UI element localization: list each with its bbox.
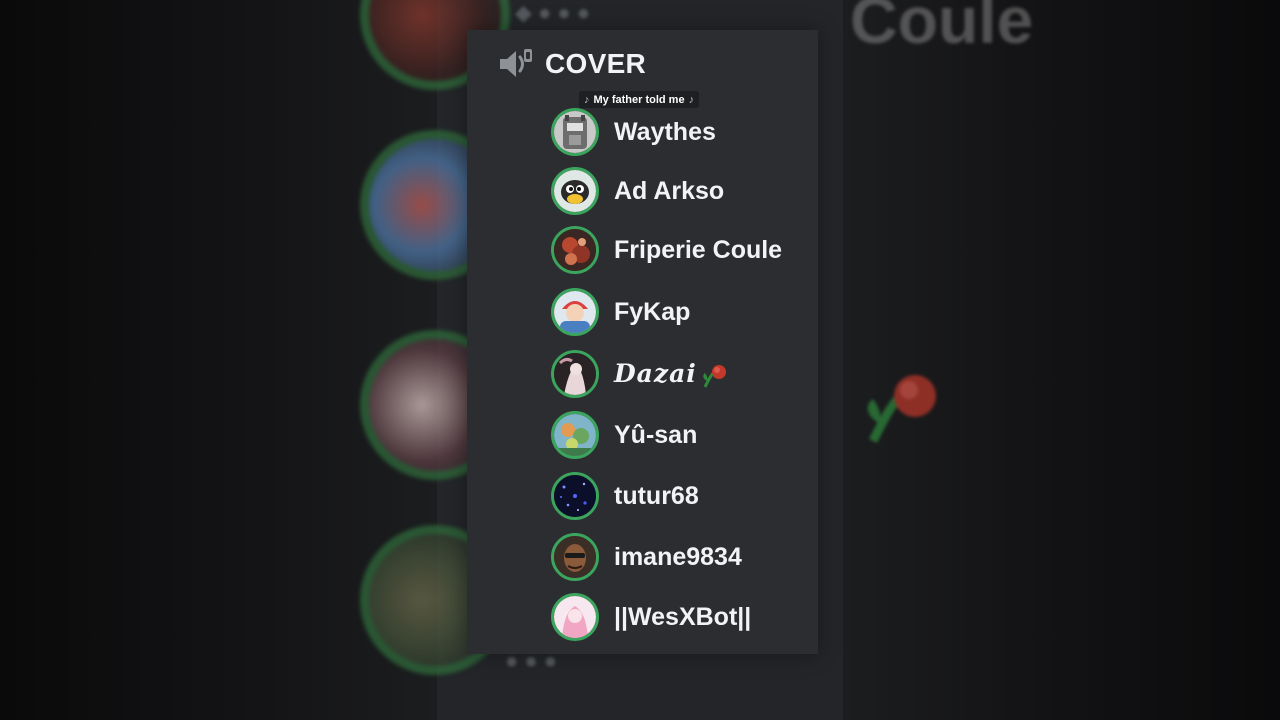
- avatar-tutur68: [551, 472, 599, 520]
- voice-channel-header[interactable]: COVER: [497, 44, 646, 84]
- member-name: Friperie Coule: [614, 235, 783, 264]
- member-name: Ad Arkso: [614, 176, 725, 205]
- avatar-yu-san: [551, 411, 599, 459]
- avatar-dazai: [551, 350, 599, 398]
- voice-member[interactable]: Dazai: [551, 350, 729, 398]
- voice-member[interactable]: Yû-san: [551, 411, 697, 459]
- voice-member[interactable]: Waythes: [551, 108, 716, 156]
- channel-activity-status: ♪ My father told me ♪: [579, 91, 700, 108]
- avatar-friperie-coule: [551, 226, 599, 274]
- voice-member[interactable]: Ad Arkso: [551, 167, 724, 215]
- member-name: Waythes: [614, 117, 716, 146]
- avatar-wesxbot: [551, 593, 599, 641]
- voice-channel-panel: COVER ♪ My father told me ♪ Waythes Ad A…: [467, 30, 818, 654]
- music-note-icon: ♪: [584, 93, 590, 106]
- channel-name: COVER: [545, 48, 647, 79]
- avatar-imane9834: [551, 533, 599, 581]
- member-name: Yû-san: [614, 420, 698, 449]
- background-rose-icon: [867, 375, 936, 444]
- member-name: ||WesXBot||: [614, 602, 752, 631]
- avatar-ad-arkso: [551, 167, 599, 215]
- avatar-fykap: [551, 288, 599, 336]
- voice-member[interactable]: imane9834: [551, 533, 742, 581]
- background-faint-row: ◆ ● ● ●: [515, 0, 591, 25]
- video-frame: Coule ● ● ● ◆ ● ● ● COVER ♪ My father to…: [0, 0, 1280, 720]
- member-name: imane9834: [614, 542, 742, 571]
- voice-member[interactable]: tutur68: [551, 472, 699, 520]
- music-note-icon: ♪: [688, 93, 695, 106]
- rose-icon: [703, 365, 726, 388]
- voice-member[interactable]: ||WesXBot||: [551, 593, 751, 641]
- member-name: tutur68: [614, 481, 699, 510]
- voice-member[interactable]: FyKap: [551, 288, 690, 336]
- background-zoomed-text: Coule: [850, 0, 1034, 57]
- speaker-icon: [500, 49, 532, 77]
- voice-member[interactable]: Friperie Coule: [551, 226, 782, 274]
- activity-text: My father told me: [593, 93, 685, 106]
- avatar-waythes: [551, 108, 599, 156]
- member-name: Dazai: [614, 359, 729, 390]
- member-name: FyKap: [614, 297, 691, 326]
- member-name-text: Dazai: [614, 358, 697, 388]
